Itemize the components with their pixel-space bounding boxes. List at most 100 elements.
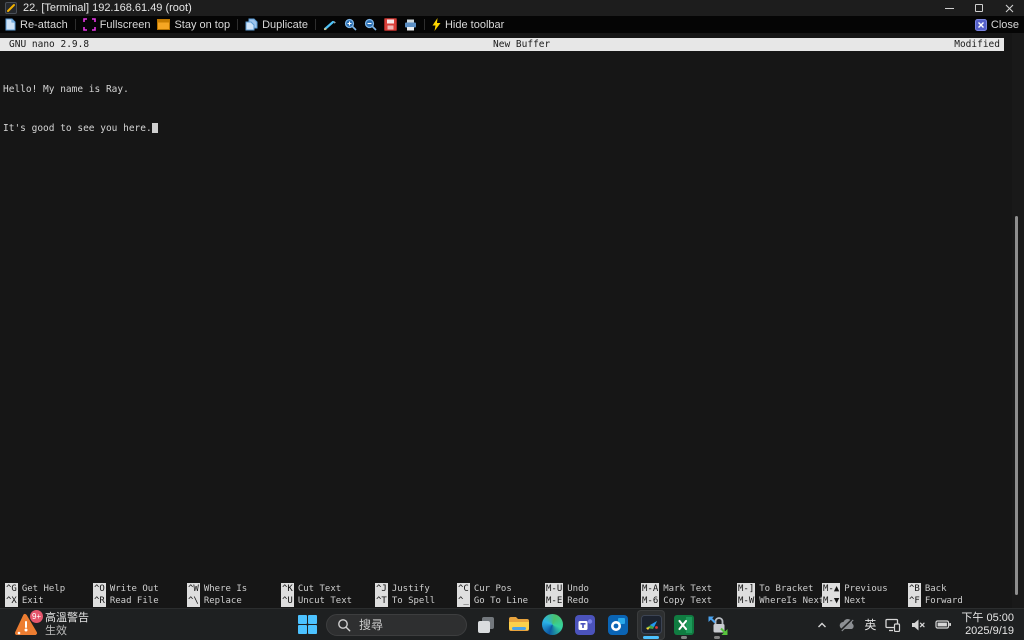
shortcut-key: ^W bbox=[187, 583, 200, 595]
screenshot-button[interactable] bbox=[383, 18, 397, 31]
window-titlebar: 22. [Terminal] 192.168.61.49 (root) bbox=[0, 0, 1024, 16]
shortcut-label: Uncut Text bbox=[297, 596, 353, 606]
shortcut-key: M-] bbox=[737, 583, 756, 595]
onedrive-paused-icon[interactable] bbox=[838, 617, 855, 632]
nano-shortcut: M-] To Bracket bbox=[737, 583, 822, 595]
folder-icon bbox=[509, 617, 529, 631]
pen-icon bbox=[323, 20, 336, 30]
terminal-area[interactable]: GNU nano 2.9.8 New Buffer Modified Hello… bbox=[0, 33, 1024, 608]
document-icon bbox=[5, 18, 16, 31]
window-on-top-icon bbox=[157, 19, 171, 30]
edge-browser-button[interactable] bbox=[538, 610, 566, 640]
nano-shortcut: M-U Undo bbox=[545, 583, 641, 595]
zoom-in-button[interactable] bbox=[344, 18, 357, 31]
teams-button[interactable] bbox=[571, 610, 599, 640]
nano-shortcut: ^K Cut Text bbox=[281, 583, 375, 595]
shortcut-key: ^C bbox=[457, 583, 470, 595]
shortcut-key: ^_ bbox=[457, 595, 470, 607]
nano-shortcut: ^J Justify bbox=[375, 583, 457, 595]
window-title: 22. [Terminal] 192.168.61.49 (root) bbox=[23, 2, 192, 14]
nano-shortcut: M-▼ Next bbox=[822, 595, 908, 607]
zoom-out-button[interactable] bbox=[364, 18, 377, 31]
shortcut-key: ^G bbox=[5, 583, 18, 595]
shortcut-key: M-▼ bbox=[822, 595, 841, 607]
weather-alert-status: 生效 bbox=[45, 624, 67, 637]
edit-pen-button[interactable] bbox=[323, 19, 337, 31]
shortcut-key: M-A bbox=[641, 583, 660, 595]
shortcut-key: M-E bbox=[545, 595, 564, 607]
maximize-button[interactable] bbox=[964, 0, 994, 16]
close-tab-icon bbox=[974, 18, 987, 31]
nano-shortcut: ^C Cur Pos bbox=[457, 583, 545, 595]
search-icon bbox=[338, 618, 351, 631]
minimize-button[interactable] bbox=[934, 0, 964, 16]
duplicate-label: Duplicate bbox=[262, 18, 308, 31]
shortcut-key: ^X bbox=[5, 595, 18, 607]
stay-on-top-button[interactable]: Stay on top bbox=[157, 19, 230, 31]
shortcut-label: Cut Text bbox=[297, 584, 342, 594]
weather-alert-title: 高溫警告 bbox=[45, 611, 89, 624]
tray-chevron-up-icon[interactable] bbox=[815, 618, 829, 632]
remote-lock-app-button[interactable] bbox=[703, 610, 731, 640]
shortcut-key: ^U bbox=[281, 595, 294, 607]
zoom-out-icon bbox=[364, 18, 377, 31]
search-input[interactable] bbox=[359, 617, 449, 632]
shortcut-label: Forward bbox=[924, 596, 963, 606]
cast-display-icon[interactable] bbox=[885, 617, 901, 632]
taskbar-search[interactable] bbox=[326, 613, 467, 636]
lock-arrows-icon bbox=[708, 616, 727, 635]
outlook-button[interactable] bbox=[604, 610, 632, 640]
shortcut-label: To Bracket bbox=[759, 584, 814, 594]
start-button[interactable] bbox=[293, 610, 321, 640]
nano-titlebar: GNU nano 2.9.8 New Buffer Modified bbox=[0, 38, 1004, 51]
shortcut-key: ^F bbox=[908, 595, 921, 607]
toolbar-separator bbox=[314, 19, 316, 30]
excel-button[interactable] bbox=[670, 610, 698, 640]
nano-shortcut: ^W Where Is bbox=[187, 583, 281, 595]
shortcut-label: Back bbox=[924, 584, 947, 594]
nano-modified-flag: Modified bbox=[954, 39, 1000, 50]
text-line: It's good to see you here. bbox=[3, 122, 158, 135]
shortcut-label: Replace bbox=[203, 596, 242, 606]
shortcut-key: ^\ bbox=[187, 595, 200, 607]
weather-widget[interactable]: 9+ 高溫警告 生效 bbox=[13, 609, 89, 640]
save-image-icon bbox=[383, 18, 397, 31]
ime-indicator[interactable]: 英 bbox=[864, 616, 876, 633]
terminal-scrollbar-thumb[interactable] bbox=[1015, 216, 1018, 595]
close-tab-button[interactable]: Close bbox=[974, 18, 1019, 31]
nano-shortcut: M-▲ Previous bbox=[822, 583, 908, 595]
shortcut-key: ^K bbox=[281, 583, 294, 595]
volume-muted-icon[interactable] bbox=[910, 618, 926, 632]
print-button[interactable] bbox=[404, 19, 417, 31]
nano-shortcut: ^F Forward bbox=[908, 595, 1024, 607]
fullscreen-button[interactable]: Fullscreen bbox=[82, 18, 150, 31]
excel-icon bbox=[674, 614, 694, 635]
duplicate-button[interactable]: Duplicate bbox=[245, 18, 308, 31]
reattach-label: Re-attach bbox=[20, 18, 68, 31]
text-cursor bbox=[151, 123, 158, 133]
task-view-button[interactable] bbox=[472, 610, 500, 640]
hide-toolbar-button[interactable]: Hide toolbar bbox=[432, 18, 504, 31]
reattach-button[interactable]: Re-attach bbox=[5, 18, 68, 31]
nano-shortcut: M-6 Copy Text bbox=[641, 595, 737, 607]
nano-shortcut: ^G Get Help bbox=[5, 583, 93, 595]
mobaxterm-button[interactable] bbox=[637, 609, 665, 640]
taskbar-clock[interactable]: 下午 05:00 2025/9/19 bbox=[961, 612, 1014, 637]
nano-shortcut: M-W WhereIs Next bbox=[737, 595, 825, 607]
battery-icon[interactable] bbox=[935, 617, 952, 632]
nano-shortcut: M-A Mark Text bbox=[641, 583, 737, 595]
close-window-button[interactable] bbox=[994, 0, 1024, 16]
hide-toolbar-label: Hide toolbar bbox=[444, 18, 505, 31]
terminal-scrollbar-track[interactable] bbox=[1012, 33, 1024, 608]
shortcut-label: Justify bbox=[391, 584, 430, 594]
screen: 22. [Terminal] 192.168.61.49 (root) Re-a… bbox=[0, 0, 1024, 640]
shortcut-label: Copy Text bbox=[663, 596, 713, 606]
mobaxterm-toolbar: Re-attach Fullscreen Stay on top Duplica… bbox=[0, 16, 1024, 33]
shortcut-key: ^J bbox=[375, 583, 388, 595]
shortcut-label: Mark Text bbox=[663, 584, 713, 594]
shortcut-label: WhereIs Next bbox=[759, 596, 825, 606]
file-explorer-button[interactable] bbox=[505, 610, 533, 640]
shortcut-label: Write Out bbox=[109, 584, 159, 594]
shortcut-key: ^T bbox=[375, 595, 388, 607]
shortcut-label: To Spell bbox=[391, 596, 436, 606]
